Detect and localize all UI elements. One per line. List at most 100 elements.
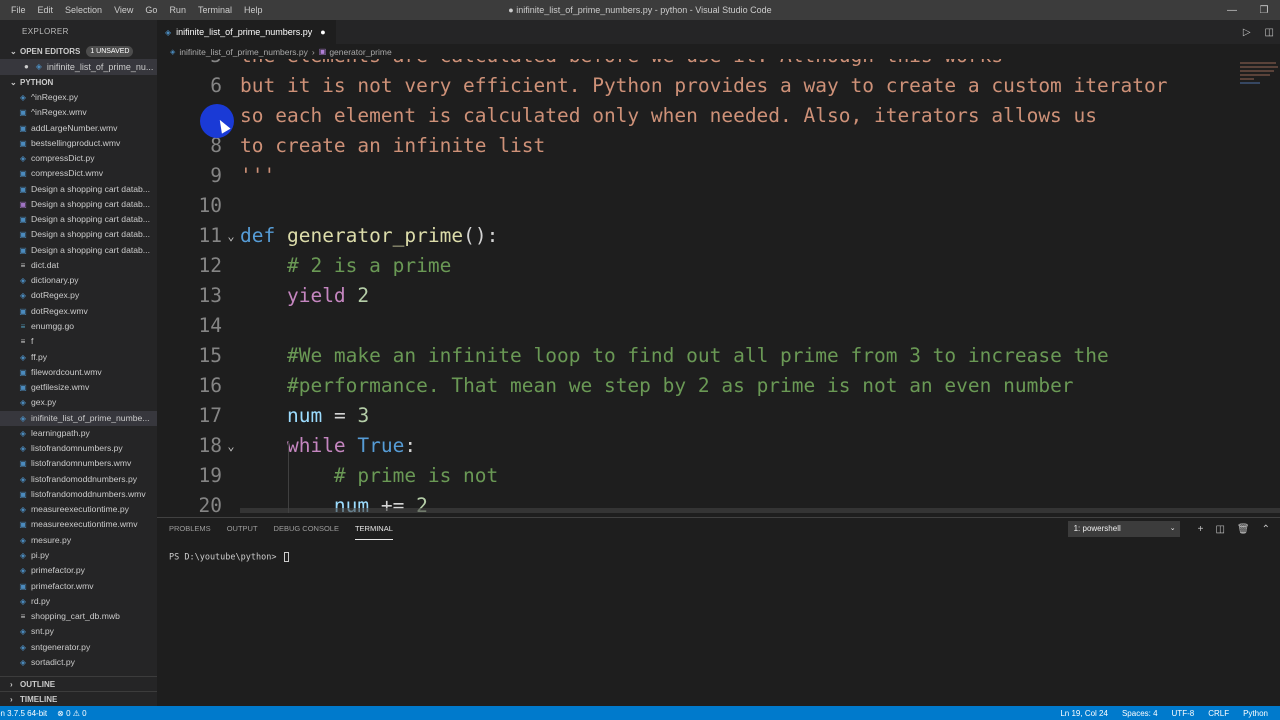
video-file-icon: ▣	[19, 245, 27, 255]
file-item-label: Design a shopping cart datab...	[31, 198, 150, 209]
tab-active-file[interactable]: ◈ inifinite_list_of_prime_numbers.py ●	[157, 20, 336, 44]
file-item[interactable]: ▣ compressDict.wmv	[0, 166, 157, 181]
chevron-right-icon: ›	[10, 679, 13, 689]
terminal-output[interactable]: PS D:\youtube\python>	[169, 552, 289, 563]
code-line: 13 yield 2	[157, 281, 1280, 311]
fold-chevron-icon[interactable]: ⌄	[223, 221, 239, 251]
bottom-panel: PROBLEMS OUTPUT DEBUG CONSOLE TERMINAL 1: p…	[157, 517, 1280, 706]
trash-icon[interactable]: 🗑	[1237, 524, 1250, 535]
file-item[interactable]: ▣ getfilesize.wmv	[0, 380, 157, 395]
file-item[interactable]: ▣ addLargeNumber.wmv	[0, 121, 157, 136]
code-text: # prime is not	[240, 461, 498, 491]
file-item-label: Design a shopping cart datab...	[31, 229, 150, 240]
timeline-header[interactable]: › TIMELINE	[0, 691, 157, 706]
status-interpreter[interactable]: on 3.7.5 64-bit	[0, 709, 47, 718]
file-item[interactable]: ◈ sntgenerator.py	[0, 640, 157, 655]
menu-item-help[interactable]: Help	[238, 0, 269, 20]
line-number: 20	[198, 494, 222, 513]
file-item[interactable]: ▣ listofrandomoddnumbers.wmv	[0, 487, 157, 502]
file-item[interactable]: ▣ bestsellingproduct.wmv	[0, 136, 157, 151]
file-item[interactable]: ◈ measureexecutiontime.py	[0, 502, 157, 517]
file-item[interactable]: ◈ primefactor.py	[0, 563, 157, 578]
breadcrumb-symbol[interactable]: generator_prime	[329, 47, 391, 57]
status-problems[interactable]: ⊗ 0 ⚠ 0	[57, 709, 86, 718]
line-number: 18	[198, 434, 222, 457]
file-item[interactable]: ◈ inifinite_list_of_prime_numbe...	[0, 410, 157, 426]
chevron-up-icon[interactable]: ⌃	[1262, 524, 1270, 535]
code-text: the elements are calculated before we us…	[240, 59, 1003, 71]
file-item[interactable]: ≡ shopping_cart_db.mwb	[0, 609, 157, 624]
python-file-icon: ◈	[19, 535, 27, 545]
tab-problems[interactable]: PROBLEMS	[169, 518, 211, 540]
file-item[interactable]: ▣ Design a shopping cart datab...	[0, 197, 157, 212]
file-item[interactable]: ◈ sortadict.py	[0, 655, 157, 670]
file-item[interactable]: ▣ measureexecutiontime.wmv	[0, 517, 157, 532]
menu-item-go[interactable]: Go	[139, 0, 163, 20]
file-item[interactable]: ▣ Design a shopping cart datab...	[0, 212, 157, 227]
split-terminal-icon[interactable]: ◫	[1215, 524, 1224, 535]
file-item[interactable]: ◈ dictionary.py	[0, 273, 157, 288]
menu-item-selection[interactable]: Selection	[59, 0, 108, 20]
folder-header-python[interactable]: ⌄ PYTHON	[0, 75, 157, 90]
status-eol[interactable]: CRLF	[1208, 709, 1229, 718]
menu-item-edit[interactable]: Edit	[32, 0, 60, 20]
file-item[interactable]: ◈ learningpath.py	[0, 426, 157, 441]
plus-icon[interactable]: +	[1198, 524, 1204, 535]
status-bar: on 3.7.5 64-bit ⊗ 0 ⚠ 0 Ln 19, Col 24 Sp…	[0, 706, 1280, 720]
file-item[interactable]: ◈ compressDict.py	[0, 151, 157, 166]
file-item[interactable]: ▣ filewordcount.wmv	[0, 365, 157, 380]
file-item[interactable]: ≡ enumgg.go	[0, 319, 157, 334]
minimap[interactable]	[1236, 59, 1280, 513]
split-editor-icon[interactable]: ◫	[1265, 27, 1274, 38]
file-item[interactable]: ▣ ^inRegex.wmv	[0, 105, 157, 120]
fold-chevron-icon[interactable]: ⌄	[223, 431, 239, 461]
open-editors-label: OPEN EDITORS	[20, 47, 81, 56]
file-item[interactable]: ≡ dict.dat	[0, 258, 157, 273]
tab-debug-console[interactable]: DEBUG CONSOLE	[274, 518, 339, 540]
run-icon[interactable]: ▷	[1243, 27, 1251, 38]
unsaved-dot-icon[interactable]: ●	[320, 27, 325, 37]
menu-item-view[interactable]: View	[108, 0, 139, 20]
file-item[interactable]: ≡ f	[0, 334, 157, 349]
python-file-icon: ◈	[35, 62, 42, 71]
menu-item-file[interactable]: File	[5, 0, 32, 20]
file-item[interactable]: ◈ listofrandomoddnumbers.py	[0, 472, 157, 487]
file-item[interactable]: ◈ snt.py	[0, 624, 157, 639]
maximize-icon[interactable]: ❐	[1248, 0, 1280, 20]
terminal-select[interactable]: 1: powershell ⌄	[1067, 521, 1180, 537]
file-item[interactable]: ▣ dotRegex.wmv	[0, 304, 157, 319]
video-file-icon: ▣	[19, 123, 27, 133]
file-item[interactable]: ▣ Design a shopping cart datab...	[0, 243, 157, 258]
status-language[interactable]: Python	[1243, 709, 1268, 718]
menu-item-terminal[interactable]: Terminal	[192, 0, 238, 20]
unsaved-badge: 1 UNSAVED	[86, 46, 134, 57]
tab-terminal[interactable]: TERMINAL	[354, 518, 393, 540]
open-editors-header[interactable]: ⌄ OPEN EDITORS 1 UNSAVED	[0, 44, 157, 59]
status-spaces[interactable]: Spaces: 4	[1122, 709, 1158, 718]
file-item[interactable]: ◈ ff.py	[0, 350, 157, 365]
file-item[interactable]: ▣ primefactor.wmv	[0, 579, 157, 594]
file-item[interactable]: ◈ mesure.py	[0, 533, 157, 548]
code-editor[interactable]: 5 the elements are calculated before we u…	[157, 59, 1280, 513]
file-item-label: primefactor.wmv	[31, 580, 94, 591]
horizontal-scrollbar[interactable]	[240, 508, 1280, 513]
file-item[interactable]: ▣ listofrandomnumbers.wmv	[0, 456, 157, 471]
open-editor-item[interactable]: ● ◈ inifinite_list_of_prime_nu...	[0, 59, 157, 75]
file-item[interactable]: ◈ pi.py	[0, 548, 157, 563]
file-item[interactable]: ◈ listofrandomnumbers.py	[0, 441, 157, 456]
file-item[interactable]: ◈ dotRegex.py	[0, 288, 157, 303]
tab-output[interactable]: OUTPUT	[227, 518, 258, 540]
file-item[interactable]: ◈ gex.py	[0, 395, 157, 410]
unsaved-dot-icon[interactable]: ●	[24, 59, 29, 75]
status-encoding[interactable]: UTF-8	[1172, 709, 1195, 718]
file-item[interactable]: ▣ Design a shopping cart datab...	[0, 182, 157, 197]
status-position[interactable]: Ln 19, Col 24	[1060, 709, 1108, 718]
file-item-label: ^inRegex.py	[31, 92, 79, 102]
outline-header[interactable]: › OUTLINE	[0, 676, 157, 691]
file-item[interactable]: ◈ ^inRegex.py	[0, 90, 157, 105]
menu-item-run[interactable]: Run	[163, 0, 192, 20]
file-item[interactable]: ◈ rd.py	[0, 594, 157, 609]
breadcrumb-file[interactable]: inifinite_list_of_prime_numbers.py	[179, 47, 308, 57]
minimize-icon[interactable]: —	[1216, 0, 1248, 20]
file-item[interactable]: ▣ Design a shopping cart datab...	[0, 227, 157, 242]
